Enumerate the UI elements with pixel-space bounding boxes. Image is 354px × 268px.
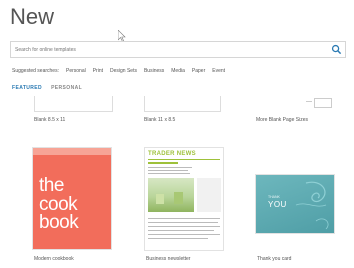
text-line: [148, 170, 188, 171]
suggested-search-business[interactable]: Business: [144, 68, 164, 74]
template-blank-portrait[interactable]: [34, 96, 113, 112]
search-box[interactable]: [10, 41, 346, 58]
suggested-search-event[interactable]: Event: [212, 68, 225, 74]
template-thank-you-card[interactable]: THANK YOU: [255, 174, 335, 234]
text-line: [148, 230, 214, 231]
text-line: [148, 173, 190, 174]
photo-chair: [156, 194, 164, 204]
template-tabs: FEATURED PERSONAL: [12, 85, 82, 91]
tab-featured[interactable]: FEATURED: [12, 85, 42, 91]
template-caption: Business newsletter: [146, 256, 191, 262]
card-small-text: THANK: [268, 195, 280, 199]
swirl-decoration: [295, 181, 329, 230]
text-line: [148, 238, 208, 239]
page-size-preview: [314, 98, 332, 108]
suggested-search-design-sets[interactable]: Design Sets: [110, 68, 137, 74]
newsletter-sidebar: [197, 178, 221, 212]
template-newsletter[interactable]: TRADER NEWS: [144, 147, 224, 251]
template-caption: Thank you card: [257, 256, 292, 262]
text-line: [148, 222, 218, 223]
text-line: [148, 218, 220, 219]
suggested-search-paper[interactable]: Paper: [192, 68, 205, 74]
suggested-search-print[interactable]: Print: [93, 68, 103, 74]
template-cookbook[interactable]: the cook book: [32, 147, 112, 250]
card-big-text: YOU: [268, 200, 287, 209]
cookbook-word: book: [39, 212, 79, 233]
template-more-sizes[interactable]: [256, 96, 334, 112]
headline-bar: [148, 162, 178, 164]
search-input[interactable]: [15, 43, 315, 56]
suggested-searches: Suggested searches: Personal Print Desig…: [12, 66, 225, 76]
masthead-rule: [148, 159, 220, 160]
cover-strip: [33, 148, 111, 155]
tab-personal[interactable]: PERSONAL: [51, 85, 82, 91]
template-blank-landscape[interactable]: [144, 96, 221, 112]
newsletter-masthead: TRADER NEWS: [148, 151, 196, 157]
template-caption: More Blank Page Sizes: [256, 117, 308, 123]
page-title: New: [10, 4, 55, 29]
template-caption: Blank 11 x 8.5: [144, 117, 176, 123]
photo-chair: [174, 192, 183, 204]
suggested-searches-label: Suggested searches:: [12, 68, 59, 74]
cookbook-word: the: [39, 175, 64, 196]
search-icon[interactable]: [331, 44, 342, 55]
template-caption: Blank 8.5 x 11: [34, 117, 66, 123]
template-caption: Modern cookbook: [34, 256, 74, 262]
newsletter-photo: [148, 178, 194, 212]
suggested-search-personal[interactable]: Personal: [66, 68, 86, 74]
page-size-line: [306, 101, 312, 102]
text-line: [148, 234, 220, 235]
text-line: [148, 167, 192, 168]
text-line: [148, 226, 220, 227]
suggested-search-media[interactable]: Media: [171, 68, 185, 74]
